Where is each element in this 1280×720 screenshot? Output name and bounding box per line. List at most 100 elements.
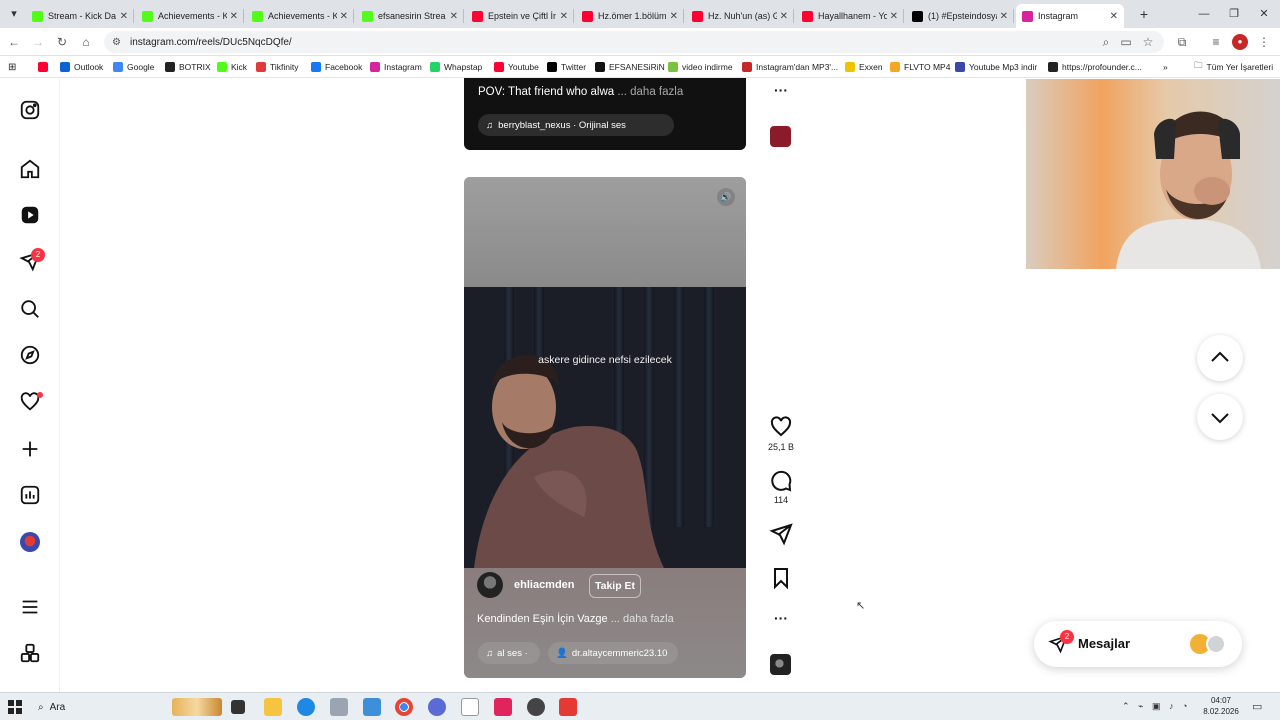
comment-icon[interactable] xyxy=(769,469,793,493)
zoom-icon[interactable]: ⌕ xyxy=(1098,34,1114,50)
restore-icon[interactable]: ❐ xyxy=(1224,4,1244,24)
author-username[interactable]: ehliacmden xyxy=(514,579,575,591)
browser-tab[interactable]: Hz.ömer 1.bölüm ✕ xyxy=(576,4,684,28)
explore-compass-icon[interactable] xyxy=(19,344,41,366)
like-heart-icon[interactable] xyxy=(769,415,793,439)
app-icon-4[interactable] xyxy=(527,698,545,716)
more-bookmarks-button[interactable]: » xyxy=(1163,60,1168,74)
previous-reel-audio-pill[interactable]: ♫ berryblast_nexus · Orijinal ses xyxy=(478,114,674,136)
reload-icon[interactable]: ↻ xyxy=(54,34,70,50)
reel-more-options-icon[interactable]: ··· xyxy=(769,610,793,626)
tab-close-icon[interactable]: ✕ xyxy=(670,11,678,22)
close-window-icon[interactable]: ✕ xyxy=(1254,4,1274,24)
home-icon[interactable] xyxy=(19,158,41,180)
tab-close-icon[interactable]: ✕ xyxy=(1110,11,1118,22)
bookmark-star-icon[interactable]: ☆ xyxy=(1140,34,1156,50)
url-bar[interactable]: ⚙ instagram.com/reels/DUc5NqcDQfe/ xyxy=(104,31,1164,53)
edge-browser-icon[interactable] xyxy=(297,698,315,716)
browser-tab[interactable]: Achievements - K ✕ xyxy=(246,4,354,28)
bookmark-item[interactable]: Tikfinity xyxy=(256,60,299,74)
reel-audio-thumb[interactable] xyxy=(770,654,791,675)
follow-button[interactable]: Takip Et xyxy=(589,574,641,598)
volume-icon[interactable]: 🔊 xyxy=(717,188,735,206)
previous-reel-more-link[interactable]: ... daha fazla xyxy=(617,86,683,98)
also-from-meta-icon[interactable] xyxy=(19,642,41,664)
start-windows-icon[interactable] xyxy=(8,700,22,714)
next-reel-button[interactable] xyxy=(1197,394,1243,440)
previous-reel-card[interactable]: POV: That friend who alwa ... daha fazla… xyxy=(464,78,746,150)
all-bookmarks-folder[interactable]: 🗀 Tüm Yer İşaretleri xyxy=(1194,60,1273,74)
bookmark-item[interactable]: Outlook xyxy=(60,60,103,74)
site-info-icon[interactable]: ⚙ xyxy=(112,37,124,48)
bookmark-item[interactable]: Facebook xyxy=(311,60,362,74)
tab-close-icon[interactable]: ✕ xyxy=(340,11,348,22)
apps-grid-icon[interactable]: ⊞ xyxy=(8,60,16,74)
task-view-icon[interactable] xyxy=(231,700,245,714)
browser-tab[interactable]: Instagram ✕ xyxy=(1016,4,1124,28)
browser-tab[interactable]: Hayallhanem - You ✕ xyxy=(796,4,904,28)
messages-button[interactable]: 2 Mesajlar xyxy=(1034,621,1242,667)
file-explorer-icon[interactable] xyxy=(264,698,282,716)
tab-close-icon[interactable]: ✕ xyxy=(560,11,568,22)
save-bookmark-icon[interactable] xyxy=(769,566,793,590)
search-icon[interactable] xyxy=(19,298,41,320)
dashboard-icon[interactable] xyxy=(19,484,41,506)
tab-close-icon[interactable]: ✕ xyxy=(450,11,458,22)
tikfinity-icon[interactable] xyxy=(559,698,577,716)
bookmark-item[interactable]: Instagram'dan MP3'... xyxy=(742,60,838,74)
bookmark-item[interactable]: https://profounder.c... xyxy=(1048,60,1142,74)
new-tab-button[interactable]: + xyxy=(1134,4,1154,24)
bookmark-item[interactable]: Google xyxy=(113,60,154,74)
browser-tab[interactable]: Hz. Nuh'un (as) G ✕ xyxy=(686,4,794,28)
taskbar-search[interactable]: ⌕ Ara xyxy=(38,698,168,716)
create-plus-icon[interactable] xyxy=(19,438,41,460)
app-icon-1[interactable] xyxy=(330,698,348,716)
reels-icon[interactable] xyxy=(19,204,41,226)
profile-avatar[interactable] xyxy=(20,532,40,552)
previous-reel-button[interactable] xyxy=(1197,335,1243,381)
current-reel-card[interactable]: 🔊 askere gidince nefsi ezilecek ehliacmd… xyxy=(464,177,746,678)
tagged-user-pill[interactable]: 👤 dr.altaycemmeric23.10 xyxy=(548,642,678,664)
browser-tab[interactable]: Stream - Kick Da ✕ xyxy=(26,4,134,28)
browser-tab[interactable]: Epstein ve Çiftl İr ✕ xyxy=(466,4,574,28)
bookmark-item[interactable]: Twitter xyxy=(547,60,586,74)
home-icon[interactable]: ⌂ xyxy=(78,34,94,50)
widget-thumbnail-icon[interactable] xyxy=(172,698,222,716)
app-icon-2[interactable] xyxy=(363,698,381,716)
share-icon[interactable] xyxy=(769,522,793,546)
forward-icon[interactable]: → xyxy=(30,34,46,50)
previous-reel-more-icon[interactable]: ··· xyxy=(769,82,793,98)
bookmark-item[interactable]: Whapstap xyxy=(430,60,482,74)
minimize-icon[interactable]: — xyxy=(1194,4,1214,24)
browser-tab[interactable]: efsanesirin Strea ✕ xyxy=(356,4,464,28)
reel-audio-pill[interactable]: ♫ al ses · xyxy=(478,642,540,664)
bookmark-item[interactable]: EFSANESiRiN xyxy=(595,60,665,74)
tiktok-icon[interactable] xyxy=(494,698,512,716)
extensions-icon[interactable]: ⧉ xyxy=(1174,34,1190,50)
clock-time[interactable]: 04:07 xyxy=(1203,696,1239,705)
profile-avatar-icon[interactable]: ● xyxy=(1232,34,1248,50)
tab-search-icon[interactable]: ▾ xyxy=(4,4,24,24)
tab-close-icon[interactable]: ✕ xyxy=(1000,11,1008,22)
back-icon[interactable]: ← xyxy=(6,34,22,50)
reel-video[interactable] xyxy=(464,287,746,568)
bookmark-item[interactable]: Kick xyxy=(217,60,247,74)
bookmark-item[interactable]: FLVTO MP4 xyxy=(890,60,950,74)
previous-reel-caption[interactable]: POV: That friend who alwa ... daha fazla xyxy=(478,86,683,98)
bookmark-item[interactable]: Instagram xyxy=(370,60,422,74)
notification-center-icon[interactable]: ▭ xyxy=(1252,700,1262,713)
reading-list-icon[interactable]: ≡ xyxy=(1208,34,1224,50)
chrome-icon[interactable] xyxy=(395,698,413,716)
bookmark-item[interactable]: Exxen xyxy=(845,60,883,74)
tab-close-icon[interactable]: ✕ xyxy=(780,11,788,22)
menu-kebab-icon[interactable]: ⋮ xyxy=(1256,34,1272,50)
clock-date[interactable]: 8.02.2026 xyxy=(1197,707,1245,716)
reel-caption[interactable]: Kendinden Eşin İçin Vazge ... daha fazla xyxy=(477,613,674,625)
tab-close-icon[interactable]: ✕ xyxy=(120,11,128,22)
bookmark-item[interactable]: Youtube xyxy=(494,60,539,74)
cast-icon[interactable]: ▭ xyxy=(1118,34,1134,50)
previous-reel-audio-thumb[interactable] xyxy=(770,126,791,147)
more-menu-icon[interactable] xyxy=(19,596,41,618)
bookmark-item[interactable]: Youtube Mp3 indir xyxy=(955,60,1037,74)
browser-tab[interactable]: (1) #Epsteindosya ✕ xyxy=(906,4,1014,28)
